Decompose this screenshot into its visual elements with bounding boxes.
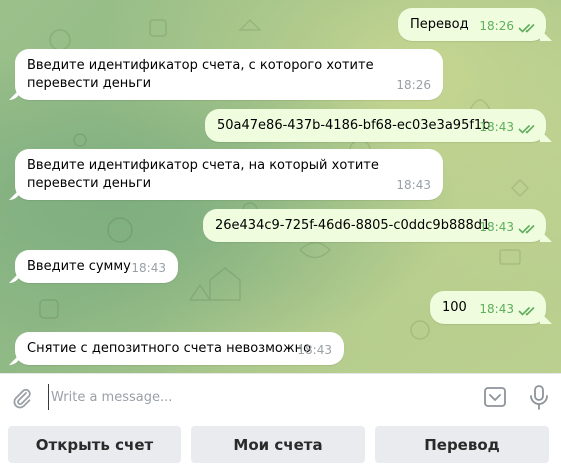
- message-bubble-incoming[interactable]: Снятие с депозитного счета невозможно 18…: [15, 332, 344, 365]
- microphone-icon[interactable]: [527, 384, 551, 410]
- message-bubble-outgoing[interactable]: 100 18:43: [430, 291, 546, 324]
- message-text: 26e434c9-725f-46d6-8805-c0ddc9b888d1: [215, 218, 491, 233]
- double-check-icon: [518, 306, 535, 316]
- message-bubble-outgoing[interactable]: 50a47e86-437b-4186-bf68-ec03e3a95f1b 18:…: [205, 109, 546, 142]
- double-check-icon: [518, 23, 535, 33]
- message-text: Перевод: [410, 17, 469, 32]
- message-text: Введите идентификатор счета, на который …: [27, 158, 384, 191]
- message-time: 18:43: [479, 302, 514, 316]
- message-text: Снятие с депозитного счета невозможно: [27, 341, 312, 356]
- message-time: 18:26: [396, 78, 431, 92]
- message-input[interactable]: [48, 384, 471, 410]
- message-bubble-outgoing[interactable]: 26e434c9-725f-46d6-8805-c0ddc9b888d1 18:…: [203, 209, 546, 242]
- bot-reply-keyboard: Открыть счет Мои счета Перевод: [0, 419, 561, 470]
- chat-area: Перевод 18:26 Введите идентификатор счет…: [0, 0, 561, 373]
- message-time: 18:43: [297, 343, 332, 357]
- message-bubble-outgoing[interactable]: Перевод 18:26: [398, 8, 546, 41]
- message-time: 18:43: [479, 220, 514, 234]
- message-text: 100: [442, 300, 467, 315]
- paperclip-icon[interactable]: [10, 386, 34, 410]
- message-text: Введите идентификатор счета, с которого …: [27, 58, 378, 91]
- message-time: 18:26: [479, 19, 514, 33]
- double-check-icon: [518, 124, 535, 134]
- message-time: 18:43: [131, 261, 166, 275]
- message-text: 50a47e86-437b-4186-bf68-ec03e3a95f1b: [217, 118, 491, 133]
- message-time: 18:43: [479, 120, 514, 134]
- message-bubble-incoming[interactable]: Введите сумму 18:43: [15, 250, 178, 283]
- keyboard-button-my-accounts[interactable]: Мои счета: [191, 426, 365, 463]
- keyboard-button-open-account[interactable]: Открыть счет: [8, 426, 181, 463]
- message-bubble-incoming[interactable]: Введите идентификатор счета, с которого …: [15, 49, 443, 100]
- message-time: 18:43: [396, 178, 431, 192]
- double-check-icon: [518, 224, 535, 234]
- message-bubble-incoming[interactable]: Введите идентификатор счета, на который …: [15, 149, 443, 200]
- message-text: Введите сумму: [27, 259, 131, 274]
- keyboard-button-transfer[interactable]: Перевод: [375, 426, 549, 463]
- message-composer: [0, 373, 561, 420]
- bot-keyboard-icon[interactable]: [483, 385, 507, 409]
